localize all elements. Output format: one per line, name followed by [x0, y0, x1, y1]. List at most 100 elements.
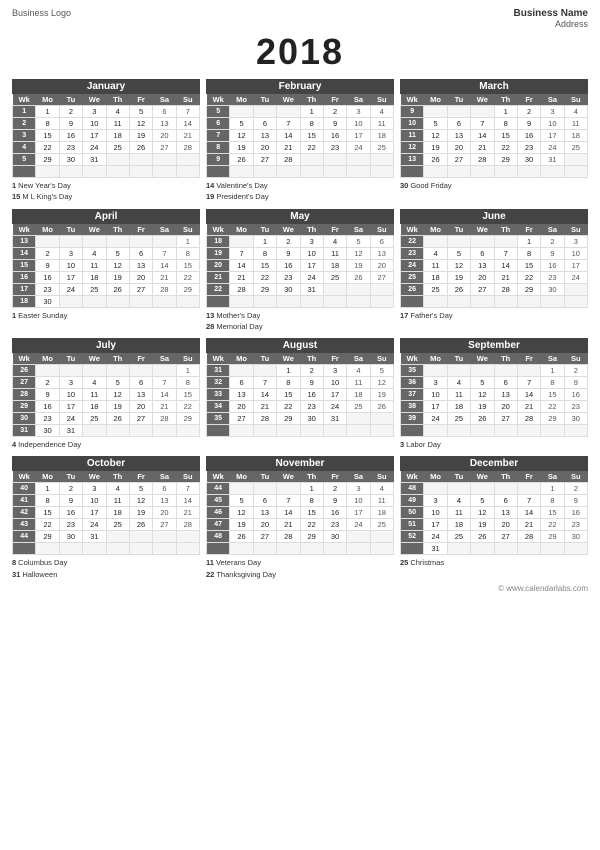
cal-day: 18	[347, 389, 370, 401]
day-header-tu: Tu	[59, 224, 82, 236]
month-block-september: SeptemberWkMoTuWeThFrSaSu351236345678937…	[400, 338, 588, 450]
holiday-item: 1New Year's Day	[12, 180, 200, 191]
cal-day	[424, 166, 447, 178]
day-header-tu: Tu	[447, 353, 470, 365]
cal-day: 29	[277, 413, 300, 425]
cal-day: 30	[36, 295, 59, 307]
cal-day: 29	[176, 413, 199, 425]
day-header-we: We	[277, 353, 300, 365]
cal-day: 21	[176, 507, 199, 519]
month-header: February	[206, 79, 394, 94]
month-block-december: DecemberWkMoTuWeThFrSaSu4812493456789501…	[400, 456, 588, 580]
cal-day	[517, 483, 540, 495]
cal-day: 11	[83, 259, 106, 271]
cal-day: 28	[176, 519, 199, 531]
cal-day	[347, 295, 370, 307]
cal-day: 27	[129, 283, 152, 295]
cal-day: 19	[106, 271, 129, 283]
cal-day: 6	[253, 118, 276, 130]
week-number	[207, 425, 230, 437]
cal-day: 11	[106, 118, 129, 130]
cal-day: 6	[129, 377, 152, 389]
cal-day: 20	[447, 142, 470, 154]
cal-day: 20	[153, 130, 176, 142]
cal-day	[541, 166, 564, 178]
cal-day: 2	[323, 483, 346, 495]
cal-day	[153, 295, 176, 307]
cal-day: 3	[541, 106, 564, 118]
cal-day: 19	[471, 401, 494, 413]
cal-day: 16	[300, 389, 323, 401]
cal-day	[347, 413, 370, 425]
cal-day: 19	[447, 271, 470, 283]
cal-day: 24	[59, 413, 82, 425]
cal-day: 23	[59, 142, 82, 154]
holiday-day: 1	[12, 311, 16, 320]
cal-day: 11	[564, 118, 587, 130]
holiday-name: Father's Day	[410, 311, 452, 320]
holiday-item: 25Christmas	[400, 557, 588, 568]
day-header-fr: Fr	[517, 471, 540, 483]
cal-day: 18	[424, 271, 447, 283]
day-header-fr: Fr	[323, 353, 346, 365]
cal-day	[176, 295, 199, 307]
cal-day: 11	[447, 507, 470, 519]
day-header-tu: Tu	[447, 94, 470, 106]
cal-day: 24	[83, 519, 106, 531]
cal-day: 7	[253, 377, 276, 389]
cal-day: 9	[300, 377, 323, 389]
holiday-day: 4	[12, 440, 16, 449]
holiday-day: 31	[12, 570, 20, 579]
day-header-mo: Mo	[36, 94, 59, 106]
cal-day	[176, 425, 199, 437]
month-header: December	[400, 456, 588, 471]
cal-day	[106, 166, 129, 178]
cal-day: 28	[517, 413, 540, 425]
cal-day: 7	[176, 106, 199, 118]
cal-day	[424, 425, 447, 437]
cal-day: 31	[59, 425, 82, 437]
holiday-name: Veterans Day	[216, 558, 261, 567]
cal-day: 17	[83, 507, 106, 519]
footer-credit: © www.calendarlabs.com	[12, 584, 588, 593]
day-header-tu: Tu	[59, 94, 82, 106]
cal-day: 4	[106, 106, 129, 118]
cal-day: 18	[447, 519, 470, 531]
week-number: 18	[207, 235, 230, 247]
cal-day: 10	[424, 389, 447, 401]
cal-day: 2	[300, 365, 323, 377]
cal-day: 13	[447, 130, 470, 142]
cal-day	[300, 154, 323, 166]
cal-day: 20	[253, 519, 276, 531]
cal-day	[424, 295, 447, 307]
cal-day	[83, 295, 106, 307]
cal-day	[564, 543, 587, 555]
week-number: 15	[13, 259, 36, 271]
cal-day	[471, 235, 494, 247]
day-header-su: Su	[564, 353, 587, 365]
cal-day	[564, 154, 587, 166]
cal-day	[447, 235, 470, 247]
cal-day: 28	[253, 413, 276, 425]
week-number: 28	[13, 389, 36, 401]
cal-day: 21	[517, 519, 540, 531]
cal-day: 2	[564, 483, 587, 495]
week-number: 12	[401, 142, 424, 154]
cal-day: 2	[323, 106, 346, 118]
day-header-wk: Wk	[207, 94, 230, 106]
cal-day: 30	[541, 283, 564, 295]
cal-day: 17	[347, 130, 370, 142]
cal-day	[129, 425, 152, 437]
cal-day: 14	[253, 389, 276, 401]
holiday-day: 8	[12, 558, 16, 567]
cal-day: 7	[494, 247, 517, 259]
week-number	[207, 543, 230, 555]
cal-day: 20	[129, 401, 152, 413]
day-header-su: Su	[564, 94, 587, 106]
cal-day: 21	[153, 401, 176, 413]
cal-day	[471, 166, 494, 178]
week-number: 47	[207, 519, 230, 531]
week-number: 31	[207, 365, 230, 377]
cal-day: 10	[300, 247, 323, 259]
month-header: July	[12, 338, 200, 353]
